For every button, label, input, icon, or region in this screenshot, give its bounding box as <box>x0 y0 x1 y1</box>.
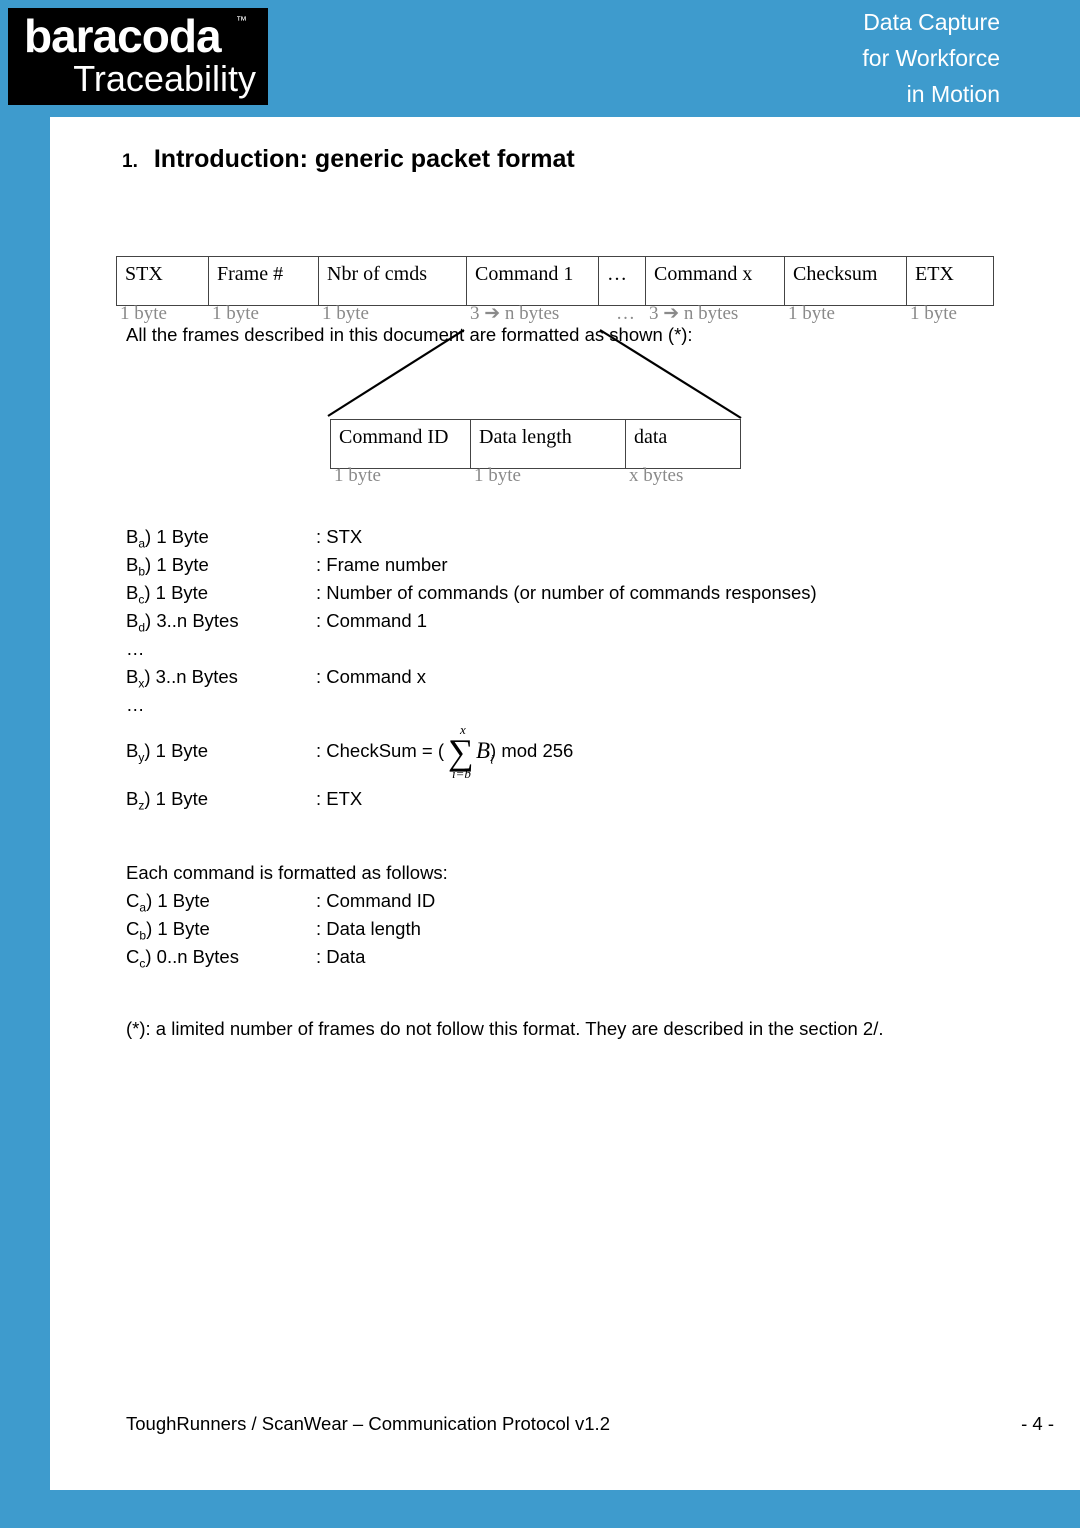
byte-label: Ba) 1 Byte <box>126 526 209 551</box>
command-intro-paragraph: Each command is formatted as follows: <box>126 862 448 883</box>
command-cell-data-length: Data length <box>470 419 626 469</box>
frame-cell-ellipsis: … <box>598 256 646 306</box>
command-label: Cc) 0..n Bytes <box>126 946 239 971</box>
formula-prefix: : CheckSum = ( <box>316 740 445 761</box>
logo-brand-text: baracoda <box>24 10 222 62</box>
baracoda-logo: baracoda ™ Traceability <box>8 8 268 105</box>
size-label: 1 byte <box>910 303 957 324</box>
frame-cell-frame-number: Frame # <box>208 256 319 306</box>
footer-page-number: - 4 - <box>1021 1413 1054 1434</box>
checksum-formula: : CheckSum = (x ∑ i=b Bi) mod 256 <box>316 722 574 781</box>
tagline-line-2: for Workforce <box>862 45 1000 71</box>
command-cell-command-id: Command ID <box>330 419 471 469</box>
size-label: 3 ➔ n bytes <box>649 303 739 324</box>
logo-subtitle-text: Traceability <box>73 58 256 99</box>
command-table-size-labels: 1 byte 1 byte x bytes <box>330 465 740 489</box>
intro-paragraph: All the frames described in this documen… <box>126 324 693 345</box>
command-label: Ca) 1 Byte <box>126 890 210 915</box>
command-value: : Data length <box>316 918 421 939</box>
size-label: 1 byte <box>474 465 521 486</box>
size-label: 1 byte <box>212 303 259 324</box>
byte-label: Bb) 1 Byte <box>126 554 209 579</box>
frame-cell-stx: STX <box>116 256 209 306</box>
byte-value: : Frame number <box>316 554 448 575</box>
byte-label: … <box>126 694 145 715</box>
frame-cell-command-1: Command 1 <box>466 256 599 306</box>
sum-lower-bound: i=b <box>452 766 471 782</box>
size-label: 1 byte <box>322 303 369 324</box>
byte-label: By) 1 Byte <box>126 740 209 765</box>
byte-label: Bc) 1 Byte <box>126 582 209 607</box>
byte-value: : ETX <box>316 788 363 809</box>
size-label: 1 byte <box>334 465 381 486</box>
page-title: 1. Introduction: generic packet format <box>122 145 575 174</box>
command-value: : Data <box>316 946 366 967</box>
frame-format-table: STX Frame # Nbr of cmds Command 1 … Comm… <box>116 256 994 306</box>
frame-cell-command-x: Command x <box>645 256 785 306</box>
byte-value: : Command x <box>316 666 427 687</box>
document-page: 1. Introduction: generic packet format Al… <box>50 117 1080 1490</box>
byte-value: : Command 1 <box>316 610 428 631</box>
size-label: 1 byte <box>120 303 167 324</box>
frame-cell-checksum: Checksum <box>784 256 907 306</box>
section-title-text: Introduction: generic packet format <box>153 144 575 173</box>
section-number: 1. <box>122 150 138 172</box>
size-label: x bytes <box>629 465 684 486</box>
footnote-paragraph: (*): a limited number of frames do not f… <box>126 1018 884 1039</box>
tagline-line-3: in Motion <box>906 81 1000 107</box>
sum-term: Bi <box>476 738 494 767</box>
formula-suffix: ) mod 256 <box>490 740 574 761</box>
size-label: 3 ➔ n bytes <box>470 303 560 324</box>
summation-icon: x ∑ i=b Bi <box>444 722 494 781</box>
page-header-band: baracoda ™ Traceability Data Capture for… <box>0 0 1080 117</box>
tagline-line-1: Data Capture <box>863 9 1000 35</box>
byte-value: : STX <box>316 526 363 547</box>
table-row: Command ID Data length data <box>330 419 741 469</box>
size-label: 1 byte <box>788 303 835 324</box>
byte-label: Bd) 3..n Bytes <box>126 610 239 635</box>
byte-label: Bx) 3..n Bytes <box>126 666 238 691</box>
frame-cell-etx: ETX <box>906 256 994 306</box>
frame-cell-nbr-of-cmds: Nbr of cmds <box>318 256 467 306</box>
command-format-table: Command ID Data length data <box>330 419 741 469</box>
trademark-icon: ™ <box>236 15 247 27</box>
byte-label: … <box>126 638 145 659</box>
size-label: … <box>616 303 635 324</box>
command-cell-data: data <box>625 419 741 469</box>
table-row: STX Frame # Nbr of cmds Command 1 … Comm… <box>116 256 994 306</box>
command-label: Cb) 1 Byte <box>126 918 210 943</box>
header-tagline: Data Capture for Workforce in Motion <box>540 4 1000 112</box>
byte-value: : Number of commands (or number of comma… <box>316 582 817 603</box>
frame-table-size-labels: 1 byte 1 byte 1 byte 3 ➔ n bytes … 3 ➔ n… <box>116 303 993 327</box>
footer-document-title: ToughRunners / ScanWear – Communication … <box>126 1413 610 1434</box>
command-value: : Command ID <box>316 890 436 911</box>
byte-label: Bz) 1 Byte <box>126 788 209 813</box>
